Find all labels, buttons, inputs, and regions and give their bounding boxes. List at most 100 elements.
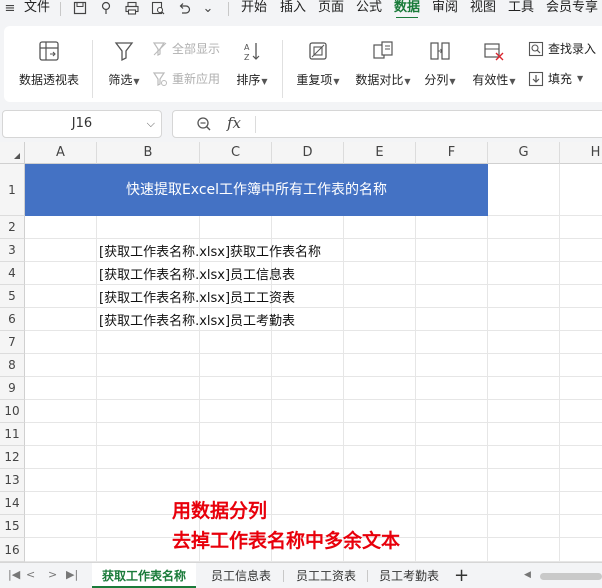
name-box-value: J16 [71,116,93,131]
row-header-10[interactable]: 10 [0,400,25,423]
chevron-down-icon: ▼ [133,77,140,86]
tab-review[interactable]: 审阅 [432,0,458,18]
column-header-h[interactable]: H [560,142,602,164]
lookup-entry-button[interactable]: 查找录入 [528,40,596,57]
lookup-entry-icon [528,41,544,56]
save-icon[interactable] [72,1,88,17]
column-header-e[interactable]: E [344,142,416,164]
row-header-8[interactable]: 8 [0,354,25,377]
column-header-b[interactable]: B [97,142,200,164]
tab-view[interactable]: 视图 [470,0,496,18]
row-header-16[interactable]: 16 [0,538,25,562]
menu-icon[interactable]: ≡ [2,1,18,17]
row-header-1[interactable]: 1 [0,164,25,216]
sheet-tab-label: 员工工资表 [295,569,356,583]
row-header-5[interactable]: 5 [0,285,25,308]
sheet-tab-employee-info[interactable]: 员工信息表 [198,563,284,588]
pivot-table-button[interactable]: 数据透视表 [18,40,80,88]
print-preview-icon[interactable] [150,1,166,17]
tab-home[interactable]: 开始 [241,0,267,18]
more-quick-access-icon[interactable]: ⌄ [200,1,216,17]
tab-page[interactable]: 页面 [318,0,344,18]
row-header-13[interactable]: 13 [0,469,25,492]
row-header-2[interactable]: 2 [0,216,25,239]
tab-formulas[interactable]: 公式 [356,0,382,18]
insert-function-button[interactable]: fx [227,114,241,132]
tab-insert[interactable]: 插入 [280,0,306,18]
row-header-6[interactable]: 6 [0,308,25,331]
text-to-columns-button[interactable]: 分列▼ [420,40,460,88]
fill-label: 填充 [548,72,573,86]
row-header-4[interactable]: 4 [0,262,25,285]
cell-b6[interactable]: [获取工作表名称.xlsx]员工考勤表 [99,310,295,329]
row-header-14[interactable]: 14 [0,492,25,515]
svg-text:A: A [244,43,250,52]
spreadsheet-grid[interactable]: A B C D E F G H 1 2 3 4 5 6 7 8 9 10 11 … [0,142,602,562]
title-cell[interactable]: 快速提取Excel工作簿中所有工作表的名称 [25,164,488,216]
tab-member[interactable]: 会员专享 [546,0,598,18]
data-compare-button[interactable]: 数据对比▼ [352,40,414,88]
chevron-down-icon: ▼ [449,77,456,86]
row-gridline [25,330,602,331]
show-all-button[interactable]: 全部显示 [152,40,220,57]
reapply-button[interactable]: 重新应用 [152,70,220,87]
text-to-columns-icon [420,40,460,65]
duplicates-button[interactable]: 重复项▼ [292,40,344,88]
annotation-line-1: 用数据分列 [172,500,268,522]
first-sheet-icon[interactable]: |◀ [8,568,20,581]
scroll-left-icon[interactable]: ◀ [524,570,531,580]
add-sheet-button[interactable]: + [454,565,469,586]
row-header-11[interactable]: 11 [0,423,25,446]
row-gridline [25,353,602,354]
svg-text:Z: Z [244,53,250,62]
last-sheet-icon[interactable]: ▶| [66,568,78,581]
sort-button[interactable]: AZ 排序▼ [232,40,272,88]
format-painter-icon[interactable] [98,1,114,17]
select-all-corner[interactable] [0,142,25,164]
sheet-tab-get-names[interactable]: 获取工作表名称 [92,563,196,588]
horizontal-scrollbar[interactable] [540,573,602,580]
formula-input-area[interactable]: fx [172,110,602,138]
print-icon[interactable] [124,1,140,17]
data-compare-icon [352,40,414,65]
row-gridline [25,261,602,262]
show-all-icon [152,41,167,56]
zoom-icon[interactable] [195,115,213,137]
row-header-15[interactable]: 15 [0,515,25,538]
row-gridline [25,284,602,285]
column-gridline [415,164,416,562]
column-header-d[interactable]: D [272,142,344,164]
prev-sheet-icon[interactable]: < [26,568,35,581]
name-box[interactable]: J16 ⌵ [2,110,162,138]
chevron-down-icon: ▼ [404,77,411,86]
pivot-table-icon [18,40,80,65]
row-gridline [25,491,602,492]
filter-button[interactable]: 筛选▼ [104,40,144,88]
cell-b3[interactable]: [获取工作表名称.xlsx]获取工作表名称 [99,241,321,260]
fill-button[interactable]: 填充 ▼ [528,70,583,87]
cell-b5[interactable]: [获取工作表名称.xlsx]员工工资表 [99,287,295,306]
sheet-tab-bar: |◀ < > ▶| 获取工作表名称 员工信息表 员工工资表 员工考勤表 + ◀ [0,562,602,588]
column-gridline [343,164,344,562]
cell-b4[interactable]: [获取工作表名称.xlsx]员工信息表 [99,264,295,283]
next-sheet-icon[interactable]: > [48,568,57,581]
sheet-tab-attendance[interactable]: 员工考勤表 [368,563,450,588]
row-header-7[interactable]: 7 [0,331,25,354]
column-header-g[interactable]: G [488,142,560,164]
row-header-12[interactable]: 12 [0,446,25,469]
undo-icon[interactable] [176,1,192,17]
chevron-down-icon: ▼ [577,74,584,83]
column-header-a[interactable]: A [25,142,97,164]
menu-file[interactable]: 文件 [24,0,50,18]
row-header-3[interactable]: 3 [0,239,25,262]
sheet-tab-label: 员工考勤表 [378,569,439,583]
sheet-tab-salary[interactable]: 员工工资表 [284,563,368,588]
tab-tools[interactable]: 工具 [508,0,534,18]
chevron-down-icon[interactable]: ⌵ [147,111,155,137]
tab-data[interactable]: 数据 [394,0,420,18]
row-header-9[interactable]: 9 [0,377,25,400]
column-header-f[interactable]: F [416,142,488,164]
column-gridline [271,164,272,562]
column-header-c[interactable]: C [200,142,272,164]
validity-button[interactable]: 有效性▼ [468,40,520,88]
